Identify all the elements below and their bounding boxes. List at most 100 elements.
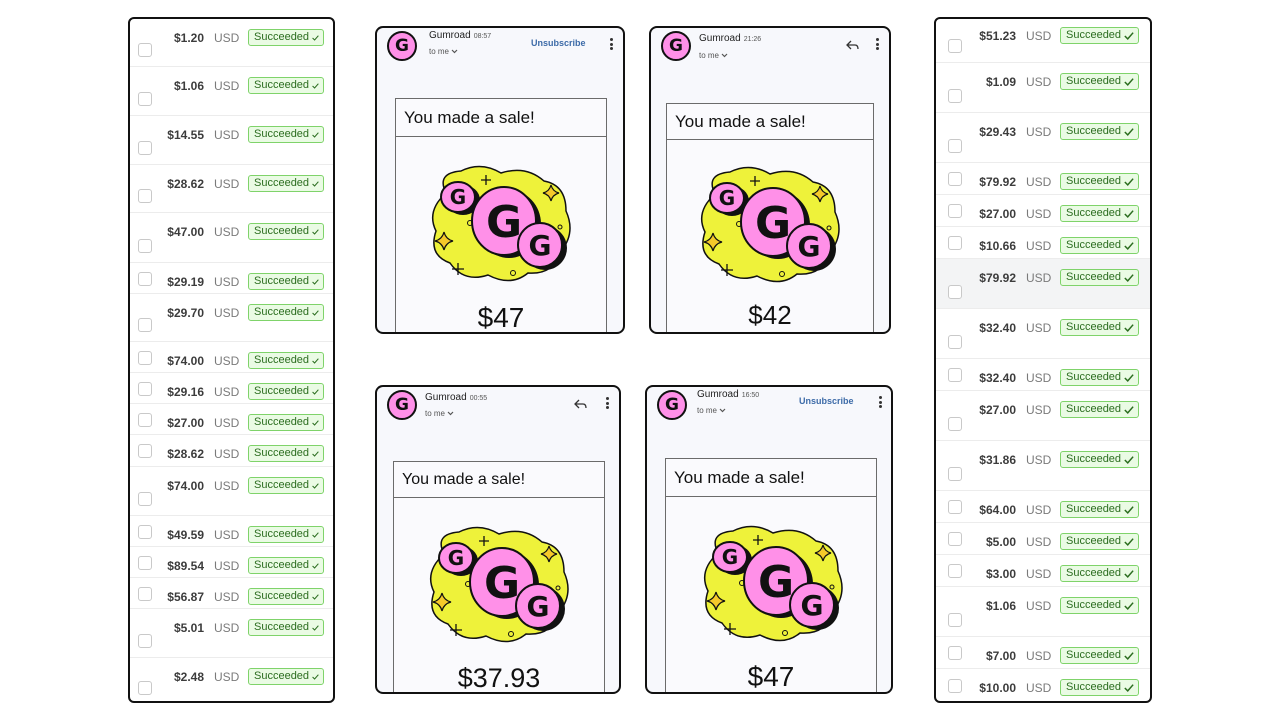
row-checkbox[interactable]: [948, 646, 962, 660]
payment-row[interactable]: $2.48 USD Succeeded: [130, 658, 333, 701]
payment-row[interactable]: $79.92 USD Succeeded: [936, 259, 1150, 309]
unsubscribe-link[interactable]: Unsubscribe: [531, 38, 586, 48]
row-checkbox[interactable]: [138, 634, 152, 648]
row-checkbox[interactable]: [948, 39, 962, 53]
payment-row[interactable]: $32.40 USD Succeeded: [936, 359, 1150, 391]
status-badge: Succeeded: [248, 304, 324, 321]
payment-row[interactable]: $28.62 USD Succeeded: [130, 165, 333, 213]
payment-row[interactable]: $32.40 USD Succeeded: [936, 309, 1150, 359]
reply-icon[interactable]: [846, 40, 859, 51]
payment-row[interactable]: $1.20 USD Succeeded: [130, 19, 333, 67]
row-checkbox[interactable]: [948, 89, 962, 103]
recipient-toggle[interactable]: to me: [699, 51, 728, 60]
check-icon: [312, 593, 319, 600]
row-checkbox[interactable]: [138, 92, 152, 106]
row-checkbox[interactable]: [138, 43, 152, 57]
payment-row[interactable]: $5.00 USD Succeeded: [936, 523, 1150, 555]
gumroad-coins-sticker: GGG: [424, 524, 574, 649]
status-badge: Succeeded: [248, 273, 324, 290]
payment-amount: $32.40: [979, 321, 1016, 335]
more-vert-icon[interactable]: [603, 396, 611, 410]
row-checkbox[interactable]: [948, 417, 962, 431]
row-checkbox[interactable]: [138, 350, 152, 365]
payment-row[interactable]: $29.16 USD Succeeded: [130, 373, 333, 404]
payment-amount: $27.00: [167, 416, 204, 430]
payment-row[interactable]: $49.59 USD Succeeded: [130, 516, 333, 547]
row-checkbox[interactable]: [138, 492, 152, 506]
sale-email-card[interactable]: G Gumroad 21:26 to me You made a sale! GG…: [649, 26, 891, 334]
payment-currency: USD: [214, 128, 240, 142]
payment-row[interactable]: $29.70 USD Succeeded: [130, 294, 333, 342]
payment-row[interactable]: $1.06 USD Succeeded: [130, 67, 333, 116]
row-checkbox[interactable]: [948, 172, 962, 186]
payment-row[interactable]: $27.00 USD Succeeded: [130, 404, 333, 435]
sale-email-card[interactable]: G Gumroad 16:50 to me Unsubscribe You mad…: [645, 385, 893, 694]
row-checkbox[interactable]: [948, 564, 962, 578]
payment-row[interactable]: $14.55 USD Succeeded: [130, 116, 333, 165]
row-checkbox[interactable]: [138, 189, 152, 203]
reply-icon[interactable]: [574, 399, 587, 410]
payment-row[interactable]: $47.00 USD Succeeded: [130, 213, 333, 263]
payment-row[interactable]: $10.66 USD Succeeded: [936, 227, 1150, 259]
payment-row[interactable]: $5.01 USD Succeeded: [130, 609, 333, 658]
payment-row[interactable]: $1.09 USD Succeeded: [936, 63, 1150, 113]
payment-row[interactable]: $1.06 USD Succeeded: [936, 587, 1150, 637]
row-checkbox[interactable]: [138, 444, 152, 458]
payment-row[interactable]: $27.00 USD Succeeded: [936, 195, 1150, 227]
payment-row[interactable]: $79.92 USD Succeeded: [936, 163, 1150, 195]
more-vert-icon[interactable]: [876, 395, 884, 409]
row-checkbox[interactable]: [138, 586, 152, 601]
payment-row[interactable]: $7.00 USD Succeeded: [936, 637, 1150, 669]
recipient-toggle[interactable]: to me: [425, 409, 454, 418]
row-checkbox[interactable]: [948, 335, 962, 349]
payment-currency: USD: [1026, 75, 1052, 89]
row-checkbox[interactable]: [948, 139, 962, 153]
chevron-down-icon: [721, 53, 728, 58]
payment-amount: $27.00: [979, 403, 1016, 417]
row-checkbox[interactable]: [138, 681, 152, 695]
sale-email-card[interactable]: G Gumroad 00:55 to me You made a sale! GG…: [375, 385, 621, 694]
row-checkbox[interactable]: [138, 524, 152, 539]
more-vert-icon[interactable]: [607, 37, 615, 51]
payment-currency: USD: [214, 225, 240, 239]
more-vert-icon[interactable]: [873, 37, 881, 51]
row-checkbox[interactable]: [948, 368, 962, 382]
row-checkbox[interactable]: [138, 412, 152, 427]
row-checkbox[interactable]: [138, 381, 152, 396]
payment-row[interactable]: $3.00 USD Succeeded: [936, 555, 1150, 587]
row-checkbox[interactable]: [138, 555, 152, 570]
row-checkbox[interactable]: [948, 500, 962, 514]
payment-row[interactable]: $74.00 USD Succeeded: [130, 342, 333, 373]
sale-email-card[interactable]: G Gumroad 08:57 to me Unsubscribe You mad…: [375, 26, 625, 334]
row-checkbox[interactable]: [138, 271, 152, 286]
payment-row[interactable]: $31.86 USD Succeeded: [936, 441, 1150, 491]
status-label: Succeeded: [1066, 321, 1122, 333]
payment-amount: $56.87: [167, 590, 204, 604]
payment-currency: USD: [1026, 271, 1052, 285]
payment-row[interactable]: $56.87 USD Succeeded: [130, 578, 333, 609]
payment-row[interactable]: $29.19 USD Succeeded: [130, 263, 333, 294]
row-checkbox[interactable]: [948, 285, 962, 299]
payment-row[interactable]: $64.00 USD Succeeded: [936, 491, 1150, 523]
status-label: Succeeded: [1066, 271, 1122, 283]
sender-name: Gumroad: [697, 389, 739, 400]
row-checkbox[interactable]: [138, 318, 152, 332]
payment-row[interactable]: $28.62 USD Succeeded: [130, 435, 333, 467]
row-checkbox[interactable]: [948, 613, 962, 627]
unsubscribe-link[interactable]: Unsubscribe: [799, 396, 854, 406]
payment-row[interactable]: $29.43 USD Succeeded: [936, 113, 1150, 163]
payment-row[interactable]: $10.00 USD Succeeded: [936, 669, 1150, 701]
recipient-toggle[interactable]: to me: [429, 47, 458, 56]
row-checkbox[interactable]: [948, 532, 962, 546]
row-checkbox[interactable]: [138, 239, 152, 253]
payment-row[interactable]: $51.23 USD Succeeded: [936, 19, 1150, 63]
payment-row[interactable]: $89.54 USD Succeeded: [130, 547, 333, 578]
row-checkbox[interactable]: [948, 679, 962, 693]
row-checkbox[interactable]: [138, 141, 152, 155]
payment-row[interactable]: $27.00 USD Succeeded: [936, 391, 1150, 441]
row-checkbox[interactable]: [948, 467, 962, 481]
recipient-toggle[interactable]: to me: [697, 406, 726, 415]
row-checkbox[interactable]: [948, 236, 962, 250]
payment-row[interactable]: $74.00 USD Succeeded: [130, 467, 333, 516]
row-checkbox[interactable]: [948, 204, 962, 218]
